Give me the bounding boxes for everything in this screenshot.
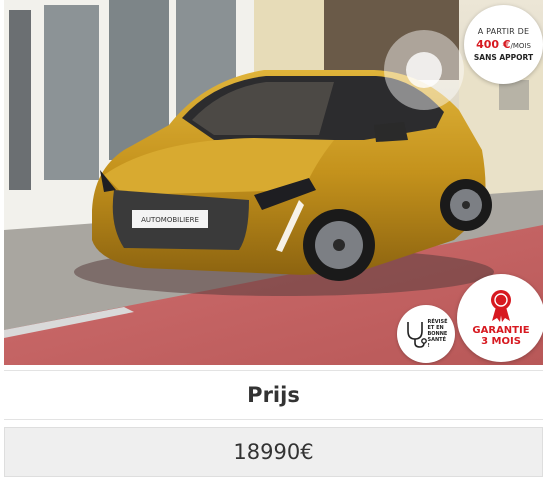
price-label: Prijs bbox=[247, 383, 300, 407]
stethoscope-icon bbox=[406, 322, 427, 348]
warranty-badge: GARANTIE 3 MOIS bbox=[457, 274, 543, 362]
price-offer-unit: /MOIS bbox=[510, 42, 531, 50]
price-offer-amount-line: 400 €/MOIS bbox=[476, 38, 531, 51]
car-listing-card: AUTOMOBILIERE A PARTIR DE 400 €/MOIS SAN… bbox=[0, 0, 543, 479]
price-label-row: Prijs bbox=[4, 370, 543, 420]
dealer-plate-text: AUTOMOBILIERE bbox=[141, 216, 199, 224]
car-photo[interactable]: AUTOMOBILIERE A PARTIR DE 400 €/MOIS SAN… bbox=[4, 0, 543, 365]
price-offer-amount: 400 € bbox=[476, 38, 511, 51]
price-offer-prefix: A PARTIR DE bbox=[477, 27, 530, 36]
warranty-title: GARANTIE bbox=[472, 325, 530, 336]
price-offer-badge: A PARTIR DE 400 €/MOIS SANS APPORT bbox=[464, 5, 543, 84]
price-value: 18990€ bbox=[233, 440, 314, 464]
warranty-duration: 3 MOIS bbox=[481, 336, 521, 347]
price-value-row: 18990€ bbox=[4, 427, 543, 477]
revised-badge: RÉVISÉ ET EN BONNE SANTÉ ! bbox=[397, 305, 455, 363]
award-ribbon-icon bbox=[491, 290, 511, 322]
price-offer-suffix: SANS APPORT bbox=[473, 53, 534, 62]
revised-badge-text: RÉVISÉ ET EN BONNE SANTÉ ! bbox=[427, 319, 448, 349]
